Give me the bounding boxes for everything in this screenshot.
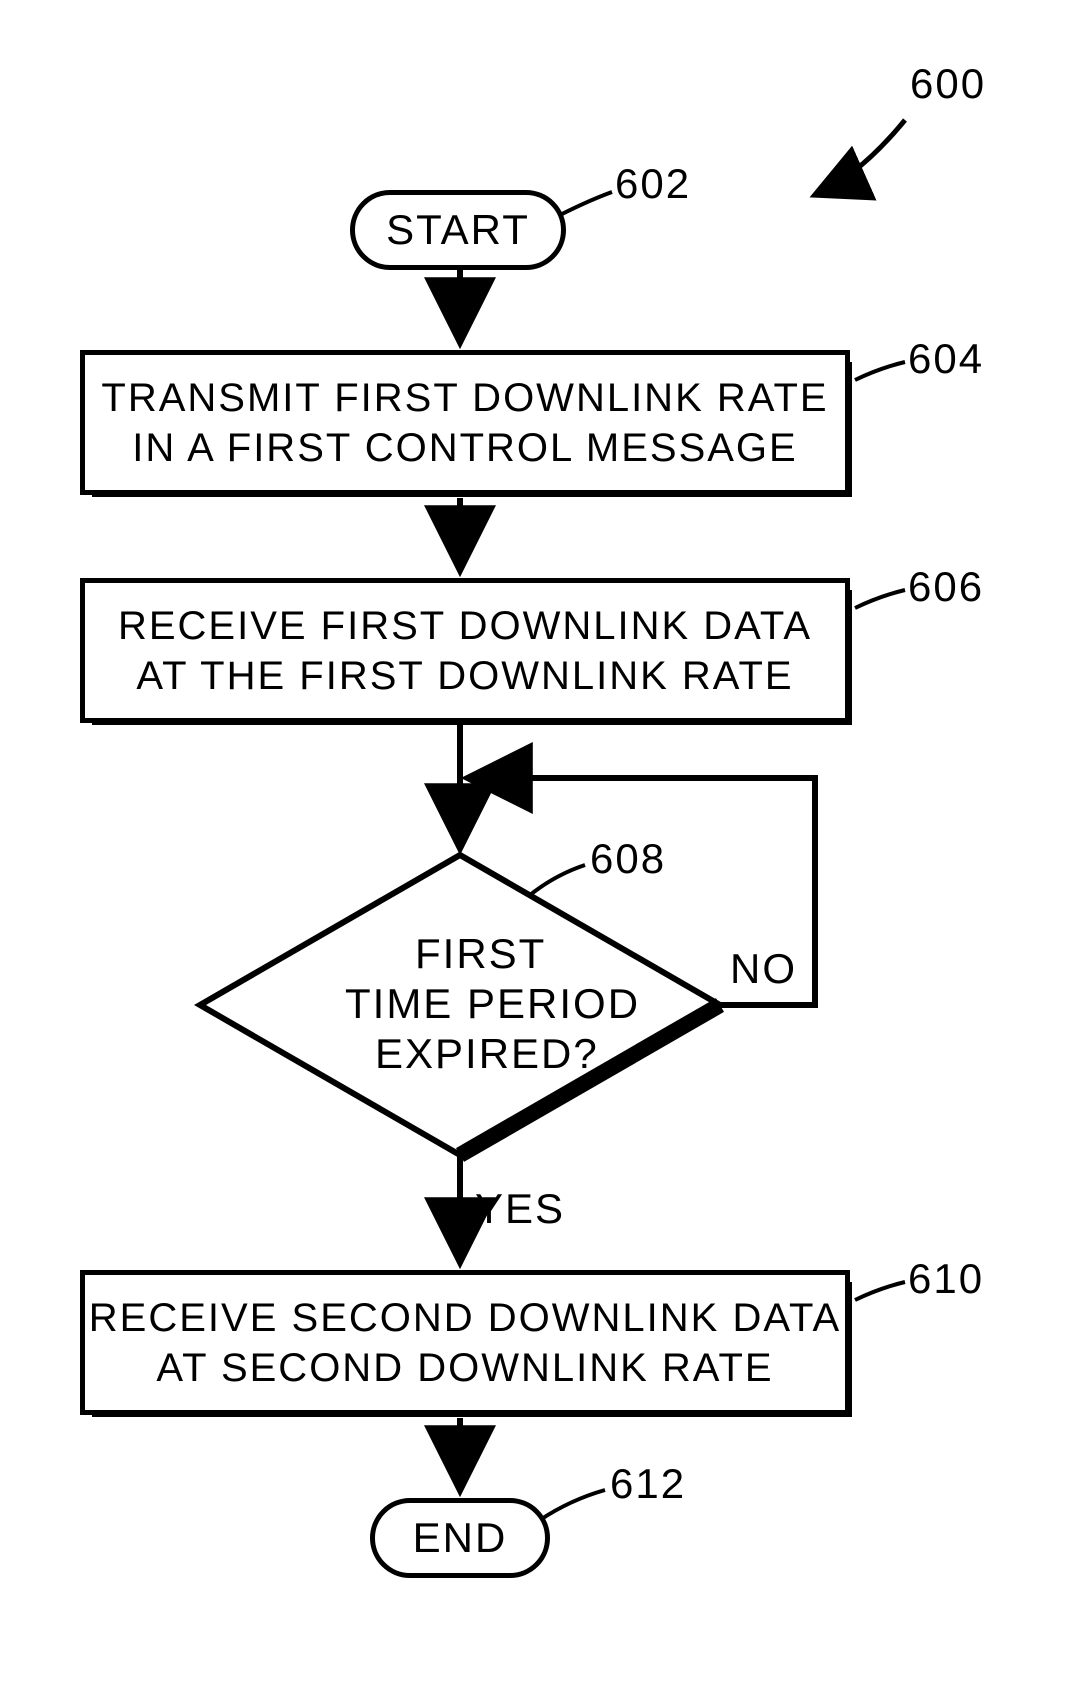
start-ref: 602 bbox=[615, 160, 691, 208]
end-node: END bbox=[370, 1498, 550, 1578]
edge-yes-label: YES bbox=[475, 1185, 565, 1233]
process-step-1-ref: 604 bbox=[908, 335, 984, 383]
process-step-1: TRANSMIT FIRST DOWNLINK RATE IN A FIRST … bbox=[80, 350, 840, 485]
process-step-3-text: RECEIVE SECOND DOWNLINK DATA AT SECOND D… bbox=[89, 1293, 841, 1393]
process-step-1-text: TRANSMIT FIRST DOWNLINK RATE IN A FIRST … bbox=[101, 373, 828, 473]
process-step-2: RECEIVE FIRST DOWNLINK DATA AT THE FIRST… bbox=[80, 578, 840, 713]
figure-ref: 600 bbox=[910, 60, 986, 108]
process-step-3-ref: 610 bbox=[908, 1255, 984, 1303]
decision-line2: TIME PERIOD bbox=[345, 980, 640, 1028]
decision-line3: EXPIRED? bbox=[375, 1030, 599, 1078]
end-label: END bbox=[413, 1514, 508, 1562]
flowchart: 600 START 602 TRANSMIT FIRST DOWNLINK RA… bbox=[0, 0, 1069, 1693]
start-label: START bbox=[386, 206, 530, 254]
decision-line1: FIRST bbox=[415, 930, 546, 978]
start-node: START bbox=[350, 190, 566, 270]
process-step-2-ref: 606 bbox=[908, 563, 984, 611]
end-ref: 612 bbox=[610, 1460, 686, 1508]
decision-ref: 608 bbox=[590, 835, 666, 883]
edge-no-label: NO bbox=[730, 945, 797, 993]
process-step-2-text: RECEIVE FIRST DOWNLINK DATA AT THE FIRST… bbox=[118, 601, 812, 701]
process-step-3: RECEIVE SECOND DOWNLINK DATA AT SECOND D… bbox=[80, 1270, 840, 1405]
